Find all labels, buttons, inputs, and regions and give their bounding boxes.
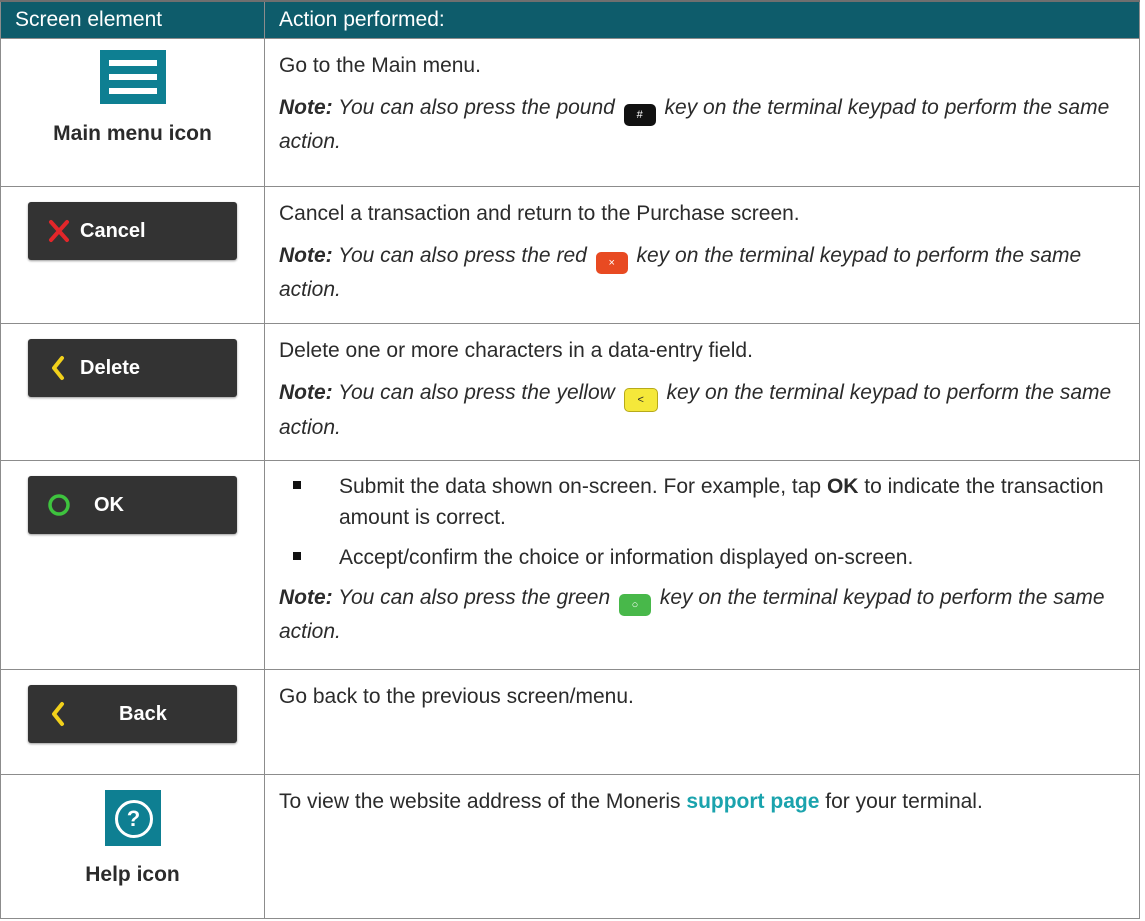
- note-label: Note:: [279, 585, 333, 609]
- delete-button[interactable]: Delete: [28, 338, 237, 397]
- ok-button[interactable]: OK: [28, 475, 237, 534]
- table-row: Main menu icon Go to the Main menu. Note…: [0, 37, 1140, 187]
- table-row: Delete Delete one or more characters in …: [0, 322, 1140, 461]
- cancel-button-label: Cancel: [80, 219, 146, 242]
- action-text: Go to the Main menu.: [279, 53, 481, 77]
- action-text: To view the website address of the Moner…: [279, 789, 983, 813]
- table-row: OK Submit the data shown on-screen. For …: [0, 459, 1140, 670]
- list-item: Accept/confirm the choice or information…: [279, 542, 1129, 573]
- help-question-icon[interactable]: ?: [104, 789, 161, 846]
- cancel-button[interactable]: Cancel: [28, 201, 237, 260]
- cell-back: Back: [0, 668, 265, 775]
- circle-icon: [47, 476, 71, 534]
- cell-cancel-action: Cancel a transaction and return to the P…: [264, 185, 1140, 324]
- cell-ok: OK: [0, 459, 265, 670]
- action-text: Cancel a transaction and return to the P…: [279, 201, 800, 225]
- delete-button-label: Delete: [80, 356, 141, 379]
- chevron-left-icon: [50, 685, 66, 743]
- support-page-link[interactable]: support page: [686, 790, 819, 813]
- close-x-icon: [48, 202, 70, 260]
- ok-button-label: OK: [94, 493, 124, 516]
- header-screen-element: Screen element: [0, 0, 265, 39]
- yellow-backspace-key-icon: <: [623, 387, 658, 412]
- pound-key-icon: #: [623, 103, 656, 126]
- cell-delete-action: Delete one or more characters in a data-…: [264, 322, 1140, 461]
- cell-help: ? Help icon: [0, 773, 265, 919]
- ok-action-list: Submit the data shown on-screen. For exa…: [279, 471, 1129, 573]
- table-header-row: Screen element Action performed:: [0, 0, 1140, 39]
- hamburger-menu-icon[interactable]: [99, 49, 166, 104]
- main-menu-icon-label: Main menu icon: [53, 121, 212, 145]
- note-label: Note:: [279, 95, 333, 119]
- question-mark-glyph: ?: [114, 799, 153, 838]
- back-button[interactable]: Back: [28, 684, 237, 743]
- cell-ok-action: Submit the data shown on-screen. For exa…: [264, 459, 1140, 670]
- note-label: Note:: [279, 380, 333, 404]
- action-text: Go back to the previous screen/menu.: [279, 684, 634, 708]
- header-action-performed: Action performed:: [264, 0, 1140, 39]
- table-row: ? Help icon To view the website address …: [0, 773, 1140, 919]
- cell-main-menu: Main menu icon: [0, 37, 265, 187]
- green-enter-key-icon: ○: [619, 593, 651, 616]
- note-label: Note:: [279, 243, 333, 267]
- action-text: Delete one or more characters in a data-…: [279, 338, 753, 362]
- note-text: Note: You can also press the red × key o…: [279, 243, 1082, 301]
- screen-element-table: Screen element Action performed: Main me…: [0, 0, 1140, 919]
- chevron-left-icon: [50, 339, 66, 397]
- table-row: Cancel Cancel a transaction and return t…: [0, 185, 1140, 324]
- bullet-icon: [293, 480, 301, 489]
- list-item: Submit the data shown on-screen. For exa…: [279, 471, 1129, 533]
- table-row: Back Go back to the previous screen/menu…: [0, 668, 1140, 775]
- back-button-label: Back: [119, 702, 167, 725]
- cell-help-action: To view the website address of the Moner…: [264, 773, 1140, 919]
- cell-delete: Delete: [0, 322, 265, 461]
- bullet-icon: [293, 551, 301, 560]
- help-icon-label: Help icon: [85, 862, 180, 886]
- note-text: Note: You can also press the green ○ key…: [279, 585, 1105, 643]
- cell-main-menu-action: Go to the Main menu. Note: You can also …: [264, 37, 1140, 187]
- red-cancel-key-icon: ×: [595, 251, 628, 274]
- cell-back-action: Go back to the previous screen/menu.: [264, 668, 1140, 775]
- note-text: Note: You can also press the pound # key…: [279, 95, 1110, 153]
- note-text: Note: You can also press the yellow < ke…: [279, 380, 1112, 439]
- cell-cancel: Cancel: [0, 185, 265, 324]
